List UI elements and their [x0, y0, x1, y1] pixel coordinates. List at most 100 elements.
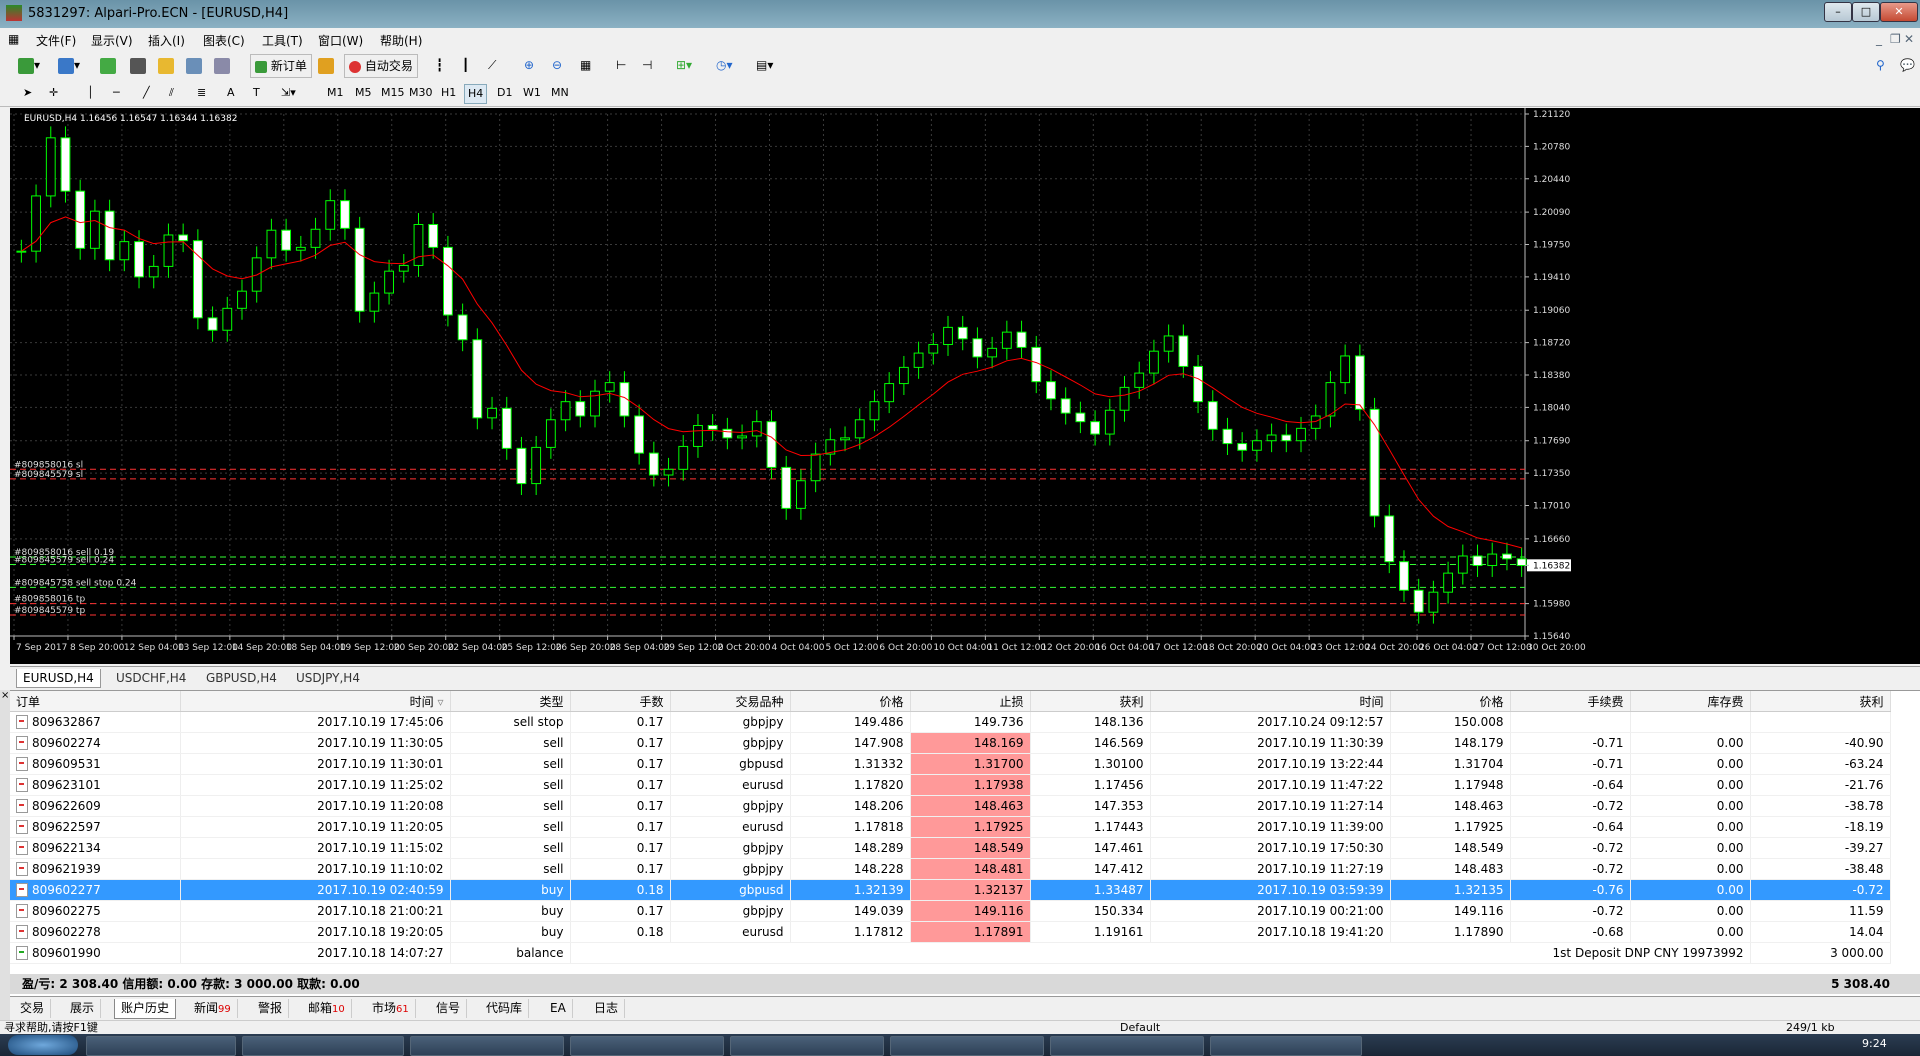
- col-close-time[interactable]: 时间: [1150, 691, 1391, 712]
- col-lots[interactable]: 手数: [570, 691, 671, 712]
- menu-insert[interactable]: 插入(I): [148, 32, 185, 49]
- col-sl[interactable]: 止损: [910, 691, 1031, 712]
- chart-tab-usdchf[interactable]: USDCHF,H4: [110, 669, 192, 687]
- tester-icon[interactable]: [214, 54, 230, 76]
- taskbar-item[interactable]: [410, 1036, 564, 1056]
- new-chart-icon[interactable]: ▾: [18, 54, 40, 76]
- chart-tab-usdjpy[interactable]: USDJPY,H4: [290, 669, 366, 687]
- profiles-icon[interactable]: ▾: [58, 54, 80, 76]
- taskbar-item[interactable]: [730, 1036, 884, 1056]
- channel-icon[interactable]: ⫽: [166, 84, 177, 102]
- menu-charts[interactable]: 图表(C): [203, 32, 245, 49]
- text-label-icon[interactable]: T: [250, 84, 263, 102]
- chart-tab-eurusd[interactable]: EURUSD,H4: [16, 669, 101, 688]
- bar-chart-icon[interactable]: ┇: [436, 54, 443, 76]
- timeframe-m1[interactable]: M1: [324, 84, 347, 102]
- chart-tab-gbpusd[interactable]: GBPUSD,H4: [200, 669, 283, 687]
- col-price[interactable]: 价格: [790, 691, 911, 712]
- search-icon[interactable]: ⚲: [1876, 54, 1885, 76]
- timeframe-m30[interactable]: M30: [406, 84, 436, 102]
- vertical-line-icon[interactable]: │: [84, 84, 97, 102]
- timeframe-m15[interactable]: M15: [378, 84, 408, 102]
- table-row[interactable]: 809602275 2017.10.18 21:00:21 buy 0.17 gbpjp…: [10, 900, 1891, 922]
- taskbar-item[interactable]: [242, 1036, 404, 1056]
- table-row[interactable]: 809623101 2017.10.19 11:25:02 sell 0.17 euru…: [10, 774, 1891, 796]
- terminal-close-icon[interactable]: ×: [0, 690, 10, 701]
- zoom-out-icon[interactable]: ⊖: [552, 54, 562, 76]
- price-chart[interactable]: #809858016 sl #809845579 sl #809858016 sel…: [10, 108, 1920, 664]
- market-watch-icon[interactable]: [100, 54, 116, 76]
- mdi-minimize-icon[interactable]: _: [1876, 32, 1882, 46]
- table-row[interactable]: 809622134 2017.10.19 11:15:02 sell 0.17 gbpj…: [10, 837, 1891, 859]
- taskbar-item[interactable]: [1050, 1036, 1204, 1056]
- timeframe-h4[interactable]: H4: [464, 84, 488, 104]
- timeframe-mn[interactable]: MN: [548, 84, 572, 102]
- close-button[interactable]: ✕: [1880, 2, 1918, 22]
- col-symbol[interactable]: 交易品种: [670, 691, 791, 712]
- metaeditor-icon[interactable]: [318, 54, 334, 76]
- taskbar-item[interactable]: [86, 1036, 236, 1056]
- table-row[interactable]: 809621939 2017.10.19 11:10:02 sell 0.17 gbpj…: [10, 858, 1891, 880]
- data-window-icon[interactable]: [130, 54, 146, 76]
- zoom-in-icon[interactable]: ⊕: [524, 54, 534, 76]
- templates-icon[interactable]: ▤▾: [756, 54, 773, 76]
- terminal-icon[interactable]: [186, 54, 202, 76]
- menu-tools[interactable]: 工具(T): [262, 32, 303, 49]
- mdi-restore-icon[interactable]: ❐: [1890, 32, 1901, 46]
- menu-view[interactable]: 显示(V): [91, 32, 133, 49]
- menu-help[interactable]: 帮助(H): [380, 32, 422, 49]
- menu-file[interactable]: 文件(F): [36, 32, 76, 49]
- terminal-tab[interactable]: 代码库: [480, 999, 530, 1018]
- table-row[interactable]: 809632867 2017.10.19 17:45:06 sell stop 0.1…: [10, 711, 1891, 733]
- candlestick-icon[interactable]: ┃: [462, 54, 469, 76]
- taskbar-item[interactable]: [1210, 1036, 1362, 1056]
- table-row[interactable]: 809602277 2017.10.19 02:40:59 buy 0.18 gbpus…: [10, 879, 1891, 901]
- col-swap[interactable]: 库存费: [1630, 691, 1751, 712]
- table-row-balance[interactable]: 809601990 2017.10.18 14:07:27 balance 1st D…: [10, 942, 1891, 964]
- chat-icon[interactable]: 💬: [1900, 54, 1915, 76]
- text-icon[interactable]: A: [224, 84, 238, 102]
- col-open-time[interactable]: 时间 ▿: [180, 691, 451, 712]
- col-commission[interactable]: 手续费: [1510, 691, 1631, 712]
- fibonacci-icon[interactable]: ≣: [194, 84, 209, 102]
- tile-windows-icon[interactable]: ▦: [580, 54, 591, 76]
- line-chart-icon[interactable]: ⟋: [488, 54, 496, 76]
- terminal-tab[interactable]: 警报: [252, 999, 290, 1018]
- mdi-close-icon[interactable]: ✕: [1904, 32, 1914, 46]
- trendline-icon[interactable]: ╱: [140, 84, 153, 102]
- col-type[interactable]: 类型: [450, 691, 571, 712]
- cursor-icon[interactable]: ➤: [20, 84, 35, 102]
- timeframe-w1[interactable]: W1: [520, 84, 544, 102]
- new-order-button[interactable]: 新订单: [250, 54, 312, 78]
- table-row[interactable]: 809622597 2017.10.19 11:20:05 sell 0.17 euru…: [10, 816, 1891, 838]
- terminal-tab[interactable]: 账户历史: [114, 999, 177, 1019]
- maximize-button[interactable]: □: [1852, 2, 1880, 22]
- terminal-tab[interactable]: 信号: [430, 999, 468, 1018]
- menu-window[interactable]: 窗口(W): [318, 32, 363, 49]
- terminal-tab[interactable]: 交易: [14, 999, 52, 1018]
- indicators-icon[interactable]: ⊞▾: [676, 54, 692, 76]
- col-tp[interactable]: 获利: [1030, 691, 1151, 712]
- terminal-tab[interactable]: 日志: [588, 999, 626, 1018]
- horizontal-line-icon[interactable]: ─: [110, 84, 123, 102]
- chart-canvas[interactable]: #809858016 sl#809845579 sl#809858016 sel…: [10, 108, 1920, 664]
- table-row[interactable]: 809602278 2017.10.18 19:20:05 buy 0.18 eurus…: [10, 921, 1891, 943]
- minimize-button[interactable]: –: [1824, 2, 1852, 22]
- autoscroll-icon[interactable]: ⊣: [642, 54, 652, 76]
- terminal-tab[interactable]: EA: [544, 999, 573, 1018]
- table-row[interactable]: 809622609 2017.10.19 11:20:08 sell 0.17 gbpj…: [10, 795, 1891, 817]
- terminal-tab[interactable]: 市场61: [366, 999, 416, 1018]
- table-row[interactable]: 809609531 2017.10.19 11:30:01 sell 0.17 gbpu…: [10, 753, 1891, 775]
- col-order[interactable]: 订单: [10, 691, 181, 712]
- col-profit[interactable]: 获利: [1750, 691, 1891, 712]
- timeframe-d1[interactable]: D1: [494, 84, 515, 102]
- terminal-tab[interactable]: 新闻99: [188, 999, 238, 1018]
- taskbar-item[interactable]: [890, 1036, 1044, 1056]
- timeframe-h1[interactable]: H1: [438, 84, 459, 102]
- start-button[interactable]: [8, 1035, 78, 1055]
- terminal-tab[interactable]: 展示: [64, 999, 102, 1018]
- arrows-icon[interactable]: ⇲▾: [278, 84, 299, 102]
- crosshair-icon[interactable]: ✛: [46, 84, 61, 102]
- navigator-icon[interactable]: [158, 54, 174, 76]
- col-close-price[interactable]: 价格: [1390, 691, 1511, 712]
